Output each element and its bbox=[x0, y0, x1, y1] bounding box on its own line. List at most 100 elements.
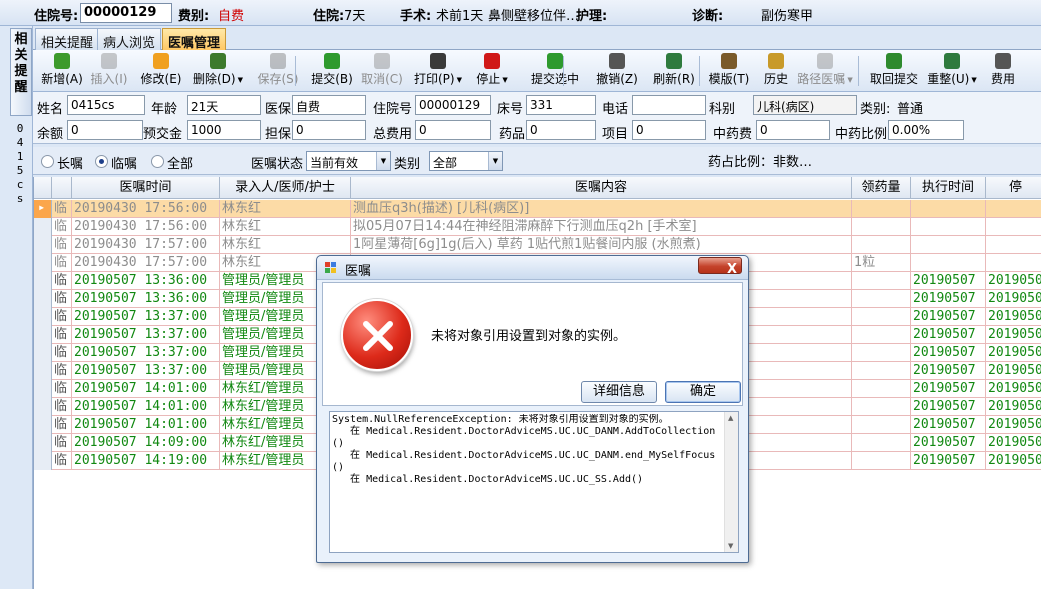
grid-cell-stop[interactable] bbox=[986, 254, 1041, 272]
grid-cell-exec[interactable]: 20190507 bbox=[911, 452, 986, 470]
grid-cell-exec[interactable]: 20190507 bbox=[911, 290, 986, 308]
grid-cell-qty[interactable] bbox=[852, 290, 911, 308]
grid-cell-qty[interactable] bbox=[852, 200, 911, 218]
grid-cell-type[interactable]: 临 bbox=[52, 272, 72, 290]
tab-order-management[interactable]: 医嘱管理 bbox=[162, 28, 227, 51]
grid-cell-exec[interactable]: 20190507 bbox=[911, 416, 986, 434]
grid-header-exec-time[interactable]: 执行时间 bbox=[911, 177, 986, 199]
total-fee-field[interactable]: 0 bbox=[415, 120, 491, 140]
grid-cell-type[interactable]: 临 bbox=[52, 416, 72, 434]
grid-cell-exec[interactable]: 20190507 bbox=[911, 362, 986, 380]
grid-cell-stop[interactable]: 2019050 bbox=[986, 416, 1041, 434]
stop-button[interactable]: 停止 ▼ bbox=[468, 52, 516, 90]
grid-cell-time[interactable]: 20190507 14:01:00 bbox=[72, 380, 220, 398]
prepay-field[interactable]: 1000 bbox=[187, 120, 261, 140]
dropdown-arrow-icon[interactable]: ▼ bbox=[457, 76, 462, 84]
row-indicator[interactable] bbox=[34, 434, 52, 452]
dropdown-arrow-icon[interactable]: ▼ bbox=[971, 76, 976, 84]
grid-cell-type[interactable]: 临 bbox=[52, 434, 72, 452]
details-scrollbar[interactable]: ▲ ▼ bbox=[724, 412, 738, 552]
submit-selected-button[interactable]: 提交选中 bbox=[525, 52, 585, 90]
submit-button[interactable]: 提交(B) bbox=[308, 52, 356, 90]
row-indicator[interactable] bbox=[34, 344, 52, 362]
grid-cell-type[interactable]: 临 bbox=[52, 362, 72, 380]
grid-cell-type[interactable]: 临 bbox=[52, 452, 72, 470]
grid-cell-time[interactable]: 20190507 13:37:00 bbox=[72, 362, 220, 380]
grid-cell-type[interactable]: 临 bbox=[52, 398, 72, 416]
template-button[interactable]: 模版(T) bbox=[705, 52, 753, 90]
grid-cell-exec[interactable] bbox=[911, 218, 986, 236]
grid-cell-stop[interactable] bbox=[986, 218, 1041, 236]
grid-cell-stop[interactable]: 2019050 bbox=[986, 308, 1041, 326]
grid-cell-stop[interactable]: 2019050 bbox=[986, 362, 1041, 380]
table-row[interactable]: 临 20190430 17:56:00 林东红 拟05月07日14:44在神经阻滞麻醉… bbox=[34, 218, 1041, 236]
grid-header-entered-by[interactable]: 录入人/医师/护士 bbox=[220, 177, 351, 199]
grid-cell-stop[interactable] bbox=[986, 200, 1041, 218]
table-row[interactable]: 临20190430 17:56:00林东红测血压q3h(描述) [儿科(病区)] bbox=[34, 200, 1041, 218]
grid-cell-exec[interactable] bbox=[911, 200, 986, 218]
inpatient-no-field[interactable]: 00000129 bbox=[80, 3, 172, 23]
grid-header-content[interactable]: 医嘱内容 bbox=[351, 177, 852, 199]
grid-cell-content[interactable]: 拟05月07日14:44在神经阻滞麻醉下行测血压q2h [手术室] bbox=[351, 218, 852, 236]
grid-cell-stop[interactable]: 2019050 bbox=[986, 326, 1041, 344]
tab-reminders[interactable]: 相关提醒 bbox=[35, 28, 100, 51]
grid-cell-exec[interactable]: 20190507 bbox=[911, 308, 986, 326]
grid-cell-time[interactable]: 20190507 14:19:00 bbox=[72, 452, 220, 470]
grid-cell-time[interactable]: 20190507 13:36:00 bbox=[72, 290, 220, 308]
grid-header-order-time[interactable]: 医嘱时间 bbox=[72, 177, 220, 199]
grid-cell-stop[interactable]: 2019050 bbox=[986, 398, 1041, 416]
grid-cell-stop[interactable]: 2019050 bbox=[986, 380, 1041, 398]
grid-cell-type[interactable]: 临 bbox=[52, 200, 72, 218]
grid-header-qty[interactable]: 领药量 bbox=[852, 177, 911, 199]
grid-cell-time[interactable]: 20190430 17:57:00 bbox=[72, 236, 220, 254]
grid-cell-type[interactable]: 临 bbox=[52, 236, 72, 254]
fee-button[interactable]: 费用 bbox=[983, 52, 1023, 90]
grid-cell-qty[interactable] bbox=[852, 380, 911, 398]
grid-cell-qty[interactable] bbox=[852, 434, 911, 452]
grid-cell-exec[interactable] bbox=[911, 236, 986, 254]
reorganize-button[interactable]: 重整(U) ▼ bbox=[926, 52, 978, 90]
grid-cell-time[interactable]: 20190507 13:37:00 bbox=[72, 326, 220, 344]
grid-cell-qty[interactable] bbox=[852, 344, 911, 362]
long-term-radio[interactable] bbox=[41, 155, 54, 168]
balance-field[interactable]: 0 bbox=[67, 120, 143, 140]
undo-button[interactable]: 撤销(Z) bbox=[590, 52, 644, 90]
grid-cell-qty[interactable] bbox=[852, 218, 911, 236]
grid-cell-stop[interactable]: 2019050 bbox=[986, 434, 1041, 452]
inpatient-no-info-field[interactable]: 00000129 bbox=[415, 95, 491, 115]
grid-cell-qty[interactable] bbox=[852, 326, 911, 344]
close-button[interactable]: X bbox=[698, 257, 742, 277]
row-indicator[interactable] bbox=[34, 236, 52, 254]
grid-cell-time[interactable]: 20190507 13:36:00 bbox=[72, 272, 220, 290]
grid-cell-qty[interactable] bbox=[852, 452, 911, 470]
tcm-ratio-field[interactable]: 0.00% bbox=[888, 120, 964, 140]
tab-patient-browse[interactable]: 病人浏览 bbox=[97, 28, 162, 51]
reminder-side-tab[interactable]: 相关提醒 bbox=[10, 28, 32, 116]
age-field[interactable]: 21天 bbox=[187, 95, 261, 115]
item-fee-field[interactable]: 0 bbox=[632, 120, 706, 140]
grid-corner[interactable] bbox=[34, 177, 52, 199]
guarantee-field[interactable]: 0 bbox=[292, 120, 366, 140]
grid-cell-time[interactable]: 20190507 13:37:00 bbox=[72, 344, 220, 362]
insurance-field[interactable]: 自费 bbox=[292, 95, 366, 115]
grid-cell-type[interactable]: 临 bbox=[52, 308, 72, 326]
dropdown-arrow-icon[interactable]: ▼ bbox=[502, 76, 507, 84]
grid-header-stop-time[interactable]: 停 bbox=[986, 177, 1041, 199]
grid-cell-type[interactable]: 临 bbox=[52, 254, 72, 272]
refresh-button[interactable]: 刷新(R) bbox=[648, 52, 700, 90]
grid-cell-exec[interactable] bbox=[911, 254, 986, 272]
grid-cell-type[interactable]: 临 bbox=[52, 344, 72, 362]
row-indicator[interactable] bbox=[34, 380, 52, 398]
retrieve-button[interactable]: 取回提交 bbox=[865, 52, 923, 90]
grid-cell-time[interactable]: 20190507 14:01:00 bbox=[72, 416, 220, 434]
grid-cell-stop[interactable]: 2019050 bbox=[986, 452, 1041, 470]
grid-cell-qty[interactable] bbox=[852, 308, 911, 326]
grid-cell-content[interactable]: 测血压q3h(描述) [儿科(病区)] bbox=[351, 200, 852, 218]
row-indicator[interactable] bbox=[34, 254, 52, 272]
grid-cell-stop[interactable]: 2019050 bbox=[986, 344, 1041, 362]
grid-cell-exec[interactable]: 20190507 bbox=[911, 398, 986, 416]
details-button[interactable]: 详细信息 bbox=[581, 381, 657, 403]
grid-cell-time[interactable]: 20190430 17:56:00 bbox=[72, 218, 220, 236]
phone-field[interactable] bbox=[632, 95, 706, 115]
delete-button[interactable]: 删除(D) ▼ bbox=[188, 52, 248, 90]
